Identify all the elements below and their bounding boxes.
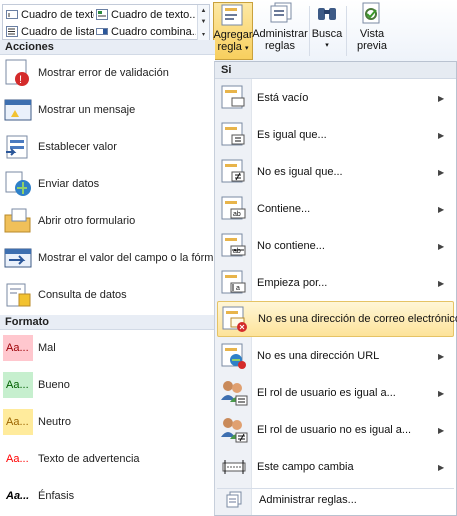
action-open-form[interactable]: Abrir otro formulario xyxy=(0,203,215,239)
ribbon-separator xyxy=(346,6,347,56)
submenu-arrow-icon: ▶ xyxy=(438,278,445,288)
manage-rules-icon xyxy=(225,491,243,509)
not-url-icon xyxy=(219,341,249,371)
field-changes-icon xyxy=(219,452,249,482)
menu-item-starts-with[interactable]: a Empieza por... ▶ xyxy=(217,265,454,301)
format-bad[interactable]: Aa... Mal xyxy=(0,330,215,366)
user-role-equals-icon xyxy=(219,378,249,408)
menu-item-is-empty[interactable]: Está vacío ▶ xyxy=(217,80,454,116)
submit-data-icon xyxy=(3,169,33,199)
format-neutral[interactable]: Aa... Neutro xyxy=(0,404,215,440)
gallery-item-listbox[interactable]: Cuadro de lista ... xyxy=(6,23,94,40)
gallery-scroll[interactable]: ▲ ▼ ▾ xyxy=(197,5,209,41)
find-button[interactable]: Busca ▾ xyxy=(312,2,342,60)
user-role-not-equal-icon xyxy=(219,415,249,445)
not-contains-icon: ab xyxy=(219,231,249,261)
manage-rules-button[interactable]: Administrar reglas xyxy=(252,2,308,60)
submenu-arrow-icon: ▶ xyxy=(438,93,445,103)
ribbon-separator xyxy=(309,6,310,56)
binoculars-icon xyxy=(318,8,336,20)
scroll-down-icon[interactable]: ▼ xyxy=(201,19,207,25)
action-show-message[interactable]: Mostrar un mensaje xyxy=(0,92,215,128)
set-value-icon xyxy=(3,132,33,162)
query-data-icon xyxy=(3,280,33,310)
menu-item-not-email[interactable]: No es una dirección de correo electrónic… xyxy=(217,301,457,337)
svg-text:ab: ab xyxy=(233,211,241,218)
menu-item-not-contains[interactable]: ab No contiene... ▶ xyxy=(217,228,454,264)
listbox-icon xyxy=(6,26,18,37)
message-icon xyxy=(3,95,33,125)
menu-item-not-equal[interactable]: No es igual que... ▶ xyxy=(217,154,454,190)
menu-header: Si xyxy=(215,62,456,79)
submenu-arrow-icon: ▶ xyxy=(438,388,445,398)
svg-text:!: ! xyxy=(19,74,22,86)
left-panel: Acciones ! Mostrar error de validación M… xyxy=(0,40,228,516)
format-swatch: Aa... xyxy=(3,483,33,509)
open-form-icon xyxy=(3,206,33,236)
not-equal-icon xyxy=(219,157,249,187)
format-swatch: Aa... xyxy=(3,446,33,472)
gallery-item-textbox-2[interactable]: Cuadro de texto... xyxy=(96,6,196,23)
submenu-arrow-icon: ▶ xyxy=(438,351,445,361)
show-field-value-icon xyxy=(3,243,33,273)
menu-item-equals[interactable]: Es igual que... ▶ xyxy=(217,117,454,153)
validation-error-icon: ! xyxy=(3,58,33,88)
add-rule-button[interactable]: Agregar regla ▾ xyxy=(213,2,253,60)
format-swatch: Aa... xyxy=(3,335,33,361)
starts-with-icon: a xyxy=(219,268,249,298)
menu-item-field-changes[interactable]: Este campo cambia ▶ xyxy=(217,449,454,485)
menu-item-manage-rules[interactable]: Administrar reglas... xyxy=(217,488,454,510)
gallery-item-combobox[interactable]: Cuadro combina... xyxy=(96,23,196,40)
format-warning-text[interactable]: Aa... Texto de advertencia xyxy=(0,441,215,477)
gallery-expand-icon[interactable]: ▾ xyxy=(202,31,205,38)
action-show-field-value[interactable]: Mostrar el valor del campo o la fórmula xyxy=(0,240,228,276)
format-emphasis[interactable]: Aa... Énfasis xyxy=(0,478,215,514)
controls-gallery: Cuadro de texto... Cuadro de texto... Cu… xyxy=(2,4,210,41)
menu-item-contains[interactable]: ab Contiene... ▶ xyxy=(217,191,454,227)
submenu-arrow-icon: ▶ xyxy=(438,462,445,472)
action-submit-data[interactable]: Enviar datos xyxy=(0,166,215,202)
preview-button[interactable]: Vista previa xyxy=(352,2,392,60)
submenu-arrow-icon: ▶ xyxy=(438,130,445,140)
menu-item-user-role-not-equal[interactable]: El rol de usuario no es igual a... ▶ xyxy=(217,412,454,448)
submenu-arrow-icon: ▶ xyxy=(438,167,445,177)
menu-item-not-url[interactable]: No es una dirección URL ▶ xyxy=(217,338,454,374)
action-query-data[interactable]: Consulta de datos xyxy=(0,277,215,313)
format-good[interactable]: Aa... Bueno xyxy=(0,367,215,403)
submenu-arrow-icon: ▶ xyxy=(438,241,445,251)
preview-icon xyxy=(362,2,380,24)
menu-item-user-role-equals[interactable]: El rol de usuario es igual a... ▶ xyxy=(217,375,454,411)
svg-text:a: a xyxy=(236,285,240,292)
contains-icon: ab xyxy=(219,194,249,224)
actions-header: Acciones xyxy=(0,40,215,55)
textbox-icon xyxy=(6,9,18,20)
action-show-validation-error[interactable]: ! Mostrar error de validación xyxy=(0,55,215,91)
add-rule-menu: Si Está vacío ▶ Es igual que... ▶ No es … xyxy=(214,61,457,516)
submenu-arrow-icon: ▶ xyxy=(438,204,445,214)
submenu-arrow-icon: ▶ xyxy=(438,425,445,435)
manage-rules-icon xyxy=(270,2,292,23)
is-empty-icon xyxy=(219,83,249,113)
svg-text:ab: ab xyxy=(233,248,241,255)
action-set-value[interactable]: Establecer valor xyxy=(0,129,215,165)
scroll-up-icon[interactable]: ▲ xyxy=(201,8,207,14)
combobox-icon xyxy=(96,26,108,37)
rich-textbox-icon xyxy=(96,9,108,20)
format-header: Formato xyxy=(0,315,215,330)
gallery-item-textbox-1[interactable]: Cuadro de texto... xyxy=(6,6,94,23)
format-swatch: Aa... xyxy=(3,372,33,398)
not-email-icon xyxy=(220,304,250,334)
add-rule-icon xyxy=(221,4,243,26)
format-swatch: Aa... xyxy=(3,409,33,435)
equals-icon xyxy=(219,120,249,150)
